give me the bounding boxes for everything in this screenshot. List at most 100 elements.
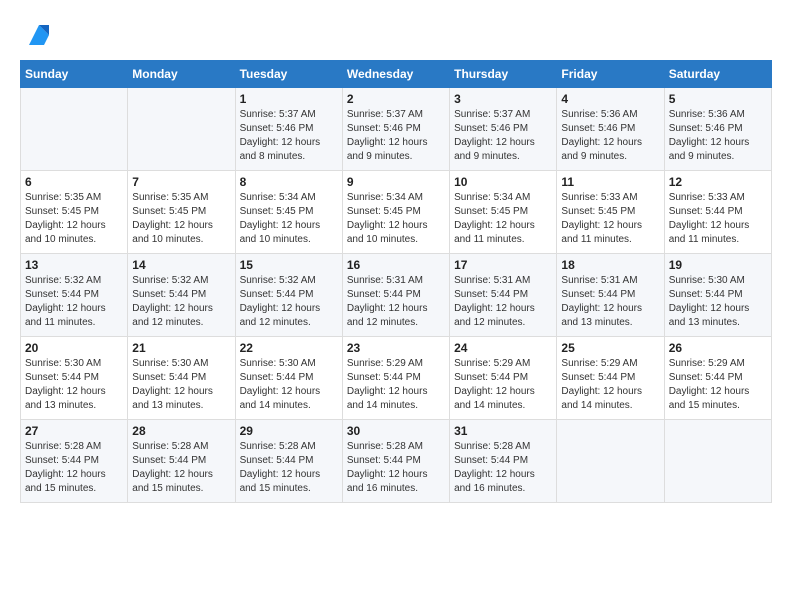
- day-number: 11: [561, 175, 659, 189]
- weekday-header-thursday: Thursday: [450, 61, 557, 88]
- day-number: 25: [561, 341, 659, 355]
- week-row-4: 20 Sunrise: 5:30 AM Sunset: 5:44 PM Dayli…: [21, 337, 772, 420]
- day-detail: Sunrise: 5:34 AM Sunset: 5:45 PM Dayligh…: [347, 191, 445, 247]
- day-detail: Sunrise: 5:29 AM Sunset: 5:44 PM Dayligh…: [561, 357, 659, 413]
- day-number: 13: [25, 258, 123, 272]
- day-number: 15: [240, 258, 338, 272]
- day-number: 14: [132, 258, 230, 272]
- day-detail: Sunrise: 5:37 AM Sunset: 5:46 PM Dayligh…: [240, 108, 338, 164]
- day-number: 20: [25, 341, 123, 355]
- calendar-cell: 12 Sunrise: 5:33 AM Sunset: 5:44 PM Dayli…: [664, 171, 771, 254]
- day-number: 31: [454, 424, 552, 438]
- calendar-cell: 23 Sunrise: 5:29 AM Sunset: 5:44 PM Dayli…: [342, 337, 449, 420]
- weekday-header-monday: Monday: [128, 61, 235, 88]
- week-row-1: 1Sunrise: 5:37 AM Sunset: 5:46 PM Daylig…: [21, 88, 772, 171]
- day-number: 9: [347, 175, 445, 189]
- day-detail: Sunrise: 5:37 AM Sunset: 5:46 PM Dayligh…: [454, 108, 552, 164]
- calendar-cell: 2Sunrise: 5:37 AM Sunset: 5:46 PM Daylig…: [342, 88, 449, 171]
- weekday-header-row: SundayMondayTuesdayWednesdayThursdayFrid…: [21, 61, 772, 88]
- logo-icon: [24, 20, 54, 50]
- day-number: 10: [454, 175, 552, 189]
- day-number: 17: [454, 258, 552, 272]
- calendar-cell: 13 Sunrise: 5:32 AM Sunset: 5:44 PM Dayli…: [21, 254, 128, 337]
- day-detail: Sunrise: 5:28 AM Sunset: 5:44 PM Dayligh…: [454, 440, 552, 496]
- calendar-cell: 28 Sunrise: 5:28 AM Sunset: 5:44 PM Dayli…: [128, 420, 235, 503]
- calendar-cell: [128, 88, 235, 171]
- day-number: 7: [132, 175, 230, 189]
- day-number: 28: [132, 424, 230, 438]
- calendar-cell: 4 Sunrise: 5:36 AM Sunset: 5:46 PM Daylig…: [557, 88, 664, 171]
- day-number: 27: [25, 424, 123, 438]
- day-detail: Sunrise: 5:35 AM Sunset: 5:45 PM Dayligh…: [132, 191, 230, 247]
- day-number: 21: [132, 341, 230, 355]
- calendar-cell: 25 Sunrise: 5:29 AM Sunset: 5:44 PM Dayli…: [557, 337, 664, 420]
- day-detail: Sunrise: 5:32 AM Sunset: 5:44 PM Dayligh…: [240, 274, 338, 330]
- calendar-cell: 5Sunrise: 5:36 AM Sunset: 5:46 PM Daylig…: [664, 88, 771, 171]
- day-detail: Sunrise: 5:31 AM Sunset: 5:44 PM Dayligh…: [561, 274, 659, 330]
- weekday-header-friday: Friday: [557, 61, 664, 88]
- day-detail: Sunrise: 5:30 AM Sunset: 5:44 PM Dayligh…: [240, 357, 338, 413]
- calendar-cell: 9 Sunrise: 5:34 AM Sunset: 5:45 PM Daylig…: [342, 171, 449, 254]
- calendar-cell: 27 Sunrise: 5:28 AM Sunset: 5:44 PM Dayli…: [21, 420, 128, 503]
- calendar-cell: [664, 420, 771, 503]
- day-number: 12: [669, 175, 767, 189]
- week-row-2: 6 Sunrise: 5:35 AM Sunset: 5:45 PM Daylig…: [21, 171, 772, 254]
- day-number: 19: [669, 258, 767, 272]
- day-detail: Sunrise: 5:35 AM Sunset: 5:45 PM Dayligh…: [25, 191, 123, 247]
- day-detail: Sunrise: 5:36 AM Sunset: 5:46 PM Dayligh…: [669, 108, 767, 164]
- week-row-5: 27 Sunrise: 5:28 AM Sunset: 5:44 PM Dayli…: [21, 420, 772, 503]
- day-detail: Sunrise: 5:29 AM Sunset: 5:44 PM Dayligh…: [669, 357, 767, 413]
- day-number: 24: [454, 341, 552, 355]
- calendar-table: SundayMondayTuesdayWednesdayThursdayFrid…: [20, 60, 772, 503]
- day-detail: Sunrise: 5:33 AM Sunset: 5:44 PM Dayligh…: [669, 191, 767, 247]
- weekday-header-sunday: Sunday: [21, 61, 128, 88]
- day-detail: Sunrise: 5:34 AM Sunset: 5:45 PM Dayligh…: [240, 191, 338, 247]
- day-detail: Sunrise: 5:31 AM Sunset: 5:44 PM Dayligh…: [454, 274, 552, 330]
- day-detail: Sunrise: 5:29 AM Sunset: 5:44 PM Dayligh…: [347, 357, 445, 413]
- day-detail: Sunrise: 5:28 AM Sunset: 5:44 PM Dayligh…: [240, 440, 338, 496]
- calendar-cell: 24Sunrise: 5:29 AM Sunset: 5:44 PM Dayli…: [450, 337, 557, 420]
- day-detail: Sunrise: 5:30 AM Sunset: 5:44 PM Dayligh…: [669, 274, 767, 330]
- day-detail: Sunrise: 5:30 AM Sunset: 5:44 PM Dayligh…: [132, 357, 230, 413]
- calendar-cell: 18Sunrise: 5:31 AM Sunset: 5:44 PM Dayli…: [557, 254, 664, 337]
- weekday-header-saturday: Saturday: [664, 61, 771, 88]
- day-detail: Sunrise: 5:37 AM Sunset: 5:46 PM Dayligh…: [347, 108, 445, 164]
- day-detail: Sunrise: 5:28 AM Sunset: 5:44 PM Dayligh…: [132, 440, 230, 496]
- calendar-cell: 29 Sunrise: 5:28 AM Sunset: 5:44 PM Dayli…: [235, 420, 342, 503]
- calendar-cell: 16Sunrise: 5:31 AM Sunset: 5:44 PM Dayli…: [342, 254, 449, 337]
- day-number: 4: [561, 92, 659, 106]
- calendar-cell: 30Sunrise: 5:28 AM Sunset: 5:44 PM Dayli…: [342, 420, 449, 503]
- weekday-header-wednesday: Wednesday: [342, 61, 449, 88]
- calendar-cell: 6 Sunrise: 5:35 AM Sunset: 5:45 PM Daylig…: [21, 171, 128, 254]
- page-header: [20, 20, 772, 50]
- calendar-cell: 22 Sunrise: 5:30 AM Sunset: 5:44 PM Dayli…: [235, 337, 342, 420]
- calendar-cell: 7 Sunrise: 5:35 AM Sunset: 5:45 PM Daylig…: [128, 171, 235, 254]
- day-detail: Sunrise: 5:28 AM Sunset: 5:44 PM Dayligh…: [25, 440, 123, 496]
- day-number: 6: [25, 175, 123, 189]
- calendar-cell: 10Sunrise: 5:34 AM Sunset: 5:45 PM Dayli…: [450, 171, 557, 254]
- calendar-cell: 17 Sunrise: 5:31 AM Sunset: 5:44 PM Dayli…: [450, 254, 557, 337]
- calendar-cell: 11 Sunrise: 5:33 AM Sunset: 5:45 PM Dayli…: [557, 171, 664, 254]
- day-detail: Sunrise: 5:30 AM Sunset: 5:44 PM Dayligh…: [25, 357, 123, 413]
- calendar-cell: 26 Sunrise: 5:29 AM Sunset: 5:44 PM Dayli…: [664, 337, 771, 420]
- day-detail: Sunrise: 5:28 AM Sunset: 5:44 PM Dayligh…: [347, 440, 445, 496]
- calendar-cell: [557, 420, 664, 503]
- week-row-3: 13 Sunrise: 5:32 AM Sunset: 5:44 PM Dayli…: [21, 254, 772, 337]
- day-number: 29: [240, 424, 338, 438]
- day-number: 22: [240, 341, 338, 355]
- calendar-cell: 1Sunrise: 5:37 AM Sunset: 5:46 PM Daylig…: [235, 88, 342, 171]
- day-number: 3: [454, 92, 552, 106]
- weekday-header-tuesday: Tuesday: [235, 61, 342, 88]
- day-detail: Sunrise: 5:31 AM Sunset: 5:44 PM Dayligh…: [347, 274, 445, 330]
- calendar-cell: [21, 88, 128, 171]
- calendar-cell: 14 Sunrise: 5:32 AM Sunset: 5:44 PM Dayli…: [128, 254, 235, 337]
- calendar-cell: 19 Sunrise: 5:30 AM Sunset: 5:44 PM Dayli…: [664, 254, 771, 337]
- day-detail: Sunrise: 5:33 AM Sunset: 5:45 PM Dayligh…: [561, 191, 659, 247]
- day-number: 8: [240, 175, 338, 189]
- day-detail: Sunrise: 5:32 AM Sunset: 5:44 PM Dayligh…: [132, 274, 230, 330]
- day-detail: Sunrise: 5:36 AM Sunset: 5:46 PM Dayligh…: [561, 108, 659, 164]
- day-number: 23: [347, 341, 445, 355]
- day-detail: Sunrise: 5:32 AM Sunset: 5:44 PM Dayligh…: [25, 274, 123, 330]
- calendar-cell: 15 Sunrise: 5:32 AM Sunset: 5:44 PM Dayli…: [235, 254, 342, 337]
- day-number: 26: [669, 341, 767, 355]
